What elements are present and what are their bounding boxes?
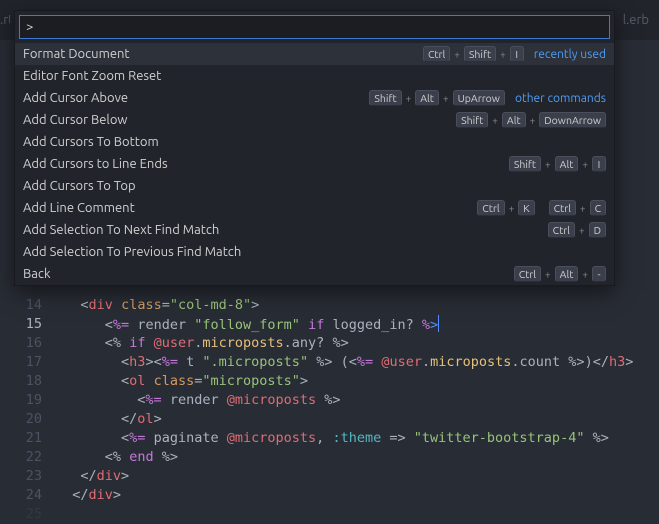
- key-plus: +: [492, 115, 498, 126]
- code-line[interactable]: <div class="col-md-8">: [56, 296, 633, 315]
- code-line[interactable]: </ol>: [56, 410, 633, 429]
- key: Shift: [509, 156, 541, 172]
- command-shortcut: Ctrl+KCtrl+C: [477, 200, 606, 216]
- code-line[interactable]: <% end %>: [56, 448, 633, 467]
- line-number: 21: [0, 429, 42, 448]
- line-number: 25: [0, 505, 42, 524]
- key-plus: +: [406, 93, 412, 104]
- command-shortcut: Shift+Alt+UpArrow: [369, 90, 505, 106]
- code-line[interactable]: <%= paginate @microposts, :theme => "twi…: [56, 429, 633, 448]
- key-plus: +: [579, 225, 585, 236]
- line-number: 14: [0, 296, 42, 315]
- command-shortcut: Ctrl+Alt+-: [514, 266, 606, 282]
- key: Shift: [456, 112, 488, 128]
- key-plus: +: [580, 203, 586, 214]
- category-recent: recently used: [534, 48, 606, 61]
- key-plus: +: [500, 49, 506, 60]
- code-line[interactable]: <h3><%= t ".microposts" %> (<%= @user.mi…: [56, 353, 633, 372]
- command-shortcut: Shift+Alt+DownArrow: [456, 112, 606, 128]
- key-plus: +: [582, 159, 588, 170]
- command-label: Add Cursors to Line Ends: [23, 157, 509, 171]
- command-shortcut: Ctrl + D: [548, 222, 606, 238]
- code-line[interactable]: </div>: [56, 467, 633, 486]
- line-number: 20: [0, 410, 42, 429]
- key-plus: +: [582, 269, 588, 280]
- key: Ctrl: [549, 200, 576, 216]
- command-label: Add Cursor Above: [23, 91, 369, 105]
- key: DownArrow: [539, 112, 606, 128]
- key-plus: +: [509, 203, 515, 214]
- code-line[interactable]: <ol class="microposts">: [56, 372, 633, 391]
- command-palette: Format DocumentCtrl+Shift+Irecently used…: [14, 10, 615, 286]
- code-line[interactable]: <%= render "follow_form" if logged_in? %…: [56, 315, 633, 334]
- line-number: 17: [0, 353, 42, 372]
- tab-fragment-left: .rt: [0, 13, 10, 27]
- command-item[interactable]: BackCtrl+Alt+-: [15, 263, 614, 285]
- command-item[interactable]: Add Cursor AboveShift+Alt+UpArrowother c…: [15, 87, 614, 109]
- palette-input-wrap: [15, 11, 614, 43]
- key: UpArrow: [453, 90, 505, 106]
- key-plus: +: [443, 93, 449, 104]
- tab-fragment-right: l.erb: [623, 13, 659, 27]
- key: Ctrl: [423, 46, 450, 62]
- code-line[interactable]: <%= render @microposts %>: [56, 391, 633, 410]
- key: Ctrl: [514, 266, 541, 282]
- command-label: Editor Font Zoom Reset: [23, 69, 606, 83]
- key: K: [518, 200, 534, 216]
- line-number: 24: [0, 486, 42, 505]
- palette-input[interactable]: [19, 15, 610, 39]
- key: -: [592, 266, 606, 282]
- command-item[interactable]: Format DocumentCtrl + Shift + Irecently used: [15, 43, 614, 65]
- command-label: Add Selection To Previous Find Match: [23, 245, 606, 259]
- key: C: [590, 200, 606, 216]
- command-label: Add Cursor Below: [23, 113, 456, 127]
- key: Alt: [502, 112, 526, 128]
- key-plus: +: [545, 269, 551, 280]
- command-label: Add Line Comment: [23, 201, 477, 215]
- key: Alt: [415, 90, 439, 106]
- line-number: 19: [0, 391, 42, 410]
- command-label: Back: [23, 267, 514, 281]
- command-label: Add Selection To Next Find Match: [23, 223, 548, 237]
- key: I: [510, 46, 524, 62]
- line-number: 16: [0, 334, 42, 353]
- line-number: 23: [0, 467, 42, 486]
- code-line[interactable]: <% if @user.microposts.any? %>: [56, 334, 633, 353]
- key: Shift: [369, 90, 401, 106]
- key: Alt: [555, 156, 579, 172]
- command-item[interactable]: Add Cursor BelowShift+Alt+DownArrow: [15, 109, 614, 131]
- command-label: Add Cursors To Top: [23, 179, 606, 193]
- command-shortcut: Shift+Alt+I: [509, 156, 606, 172]
- command-item[interactable]: Editor Font Zoom Reset: [15, 65, 614, 87]
- key: Ctrl: [548, 222, 575, 238]
- key-plus: +: [545, 159, 551, 170]
- key: Ctrl: [477, 200, 504, 216]
- key: I: [592, 156, 606, 172]
- category-other: other commands: [515, 92, 606, 105]
- command-item[interactable]: Add Line CommentCtrl+KCtrl+C: [15, 197, 614, 219]
- command-item[interactable]: Add Cursors To Top: [15, 175, 614, 197]
- line-number: 15: [0, 315, 42, 334]
- key: Shift: [464, 46, 496, 62]
- code-line[interactable]: </div>: [56, 486, 633, 505]
- command-label: Format Document: [23, 47, 423, 61]
- command-item[interactable]: Add Selection To Previous Find Match: [15, 241, 614, 263]
- key-plus: +: [530, 115, 536, 126]
- key: Alt: [555, 266, 579, 282]
- command-item[interactable]: Add Cursors to Line EndsShift+Alt+I: [15, 153, 614, 175]
- palette-list: Format DocumentCtrl+Shift+Irecently used…: [15, 43, 614, 285]
- command-item[interactable]: Add Selection To Next Find MatchCtrl + D: [15, 219, 614, 241]
- key: D: [589, 222, 606, 238]
- command-label: Add Cursors To Bottom: [23, 135, 606, 149]
- line-number: 18: [0, 372, 42, 391]
- key-plus: +: [454, 49, 460, 60]
- command-shortcut: Ctrl + Shift + I: [423, 46, 524, 62]
- line-number: 22: [0, 448, 42, 467]
- command-item[interactable]: Add Cursors To Bottom: [15, 131, 614, 153]
